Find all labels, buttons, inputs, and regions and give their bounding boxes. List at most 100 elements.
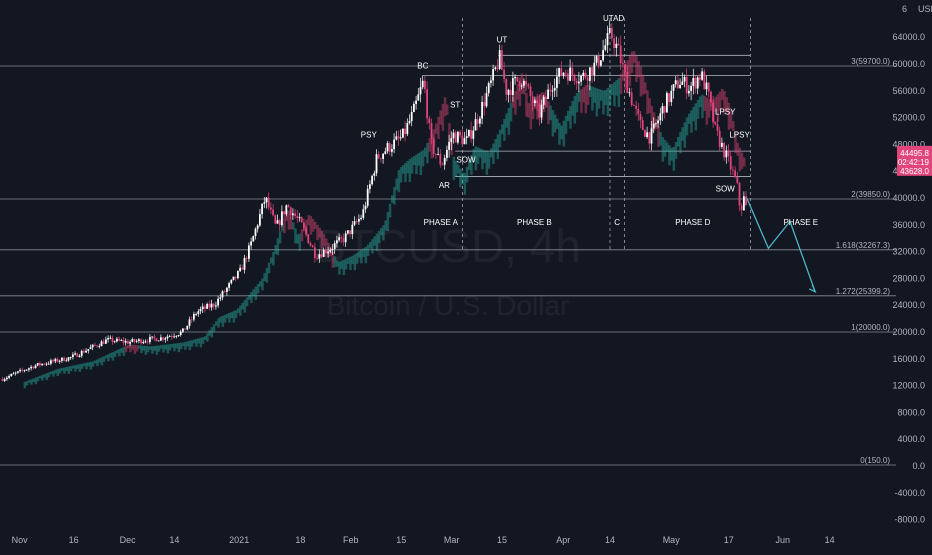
candle-body bbox=[184, 328, 186, 330]
candle-body bbox=[166, 336, 169, 339]
candle-body bbox=[129, 341, 131, 344]
cloud-segment bbox=[514, 91, 517, 115]
cloud-segment bbox=[465, 166, 469, 183]
cloud-segment bbox=[463, 172, 467, 195]
candle-body bbox=[424, 80, 426, 90]
candle-body bbox=[201, 306, 204, 310]
cloud-segment bbox=[516, 84, 519, 100]
candle-body bbox=[358, 219, 360, 222]
cloud-segment bbox=[219, 316, 222, 323]
candle-body bbox=[311, 245, 314, 248]
cloud-segment bbox=[685, 117, 689, 136]
cloud-segment bbox=[575, 92, 579, 113]
candle-body bbox=[688, 90, 690, 94]
cloud-segment bbox=[201, 337, 205, 344]
candle-body bbox=[182, 328, 184, 332]
chart-panel[interactable]: BTCUSD, 4h Bitcoin / U.S. Dollar 3(59700.… bbox=[0, 0, 932, 550]
price-tick-18: -8000.0 bbox=[894, 515, 925, 525]
candle-body bbox=[496, 67, 499, 69]
cloud-segment bbox=[615, 80, 618, 96]
cloud-segment bbox=[639, 66, 643, 97]
cloud-segment bbox=[452, 156, 456, 180]
time-tick-8: Mar bbox=[444, 535, 460, 545]
candle-body bbox=[329, 249, 332, 252]
cloud-segment bbox=[52, 370, 55, 377]
candle-body bbox=[144, 341, 147, 343]
cloud-segment bbox=[162, 344, 165, 353]
fib-level-label-4: 1(20000.0) bbox=[851, 323, 890, 332]
price-tick-11: 20000.0 bbox=[892, 327, 925, 337]
candle-body bbox=[692, 77, 695, 86]
cloud-segment bbox=[386, 212, 390, 232]
cloud-segment bbox=[567, 110, 570, 122]
price-badge-value: 44495.8 bbox=[900, 149, 929, 158]
cloud-segment bbox=[580, 89, 583, 113]
candle-body bbox=[435, 153, 437, 155]
currency-label: USD bbox=[918, 4, 932, 14]
candle-body bbox=[738, 182, 741, 206]
cloud-segment bbox=[551, 109, 555, 137]
cloud-segment bbox=[204, 336, 207, 340]
candle-body bbox=[316, 258, 318, 259]
cloud-segment bbox=[168, 344, 172, 351]
cloud-segment bbox=[190, 340, 194, 347]
candle-body bbox=[650, 128, 653, 144]
cloud-segment bbox=[446, 104, 449, 115]
time-tick-14: Jun bbox=[776, 535, 791, 545]
cloud-segment bbox=[571, 100, 574, 116]
cloud-segment bbox=[679, 132, 682, 154]
cloud-segment bbox=[421, 150, 425, 167]
phase-c-label: C bbox=[614, 218, 620, 227]
ar-label: AR bbox=[439, 181, 450, 190]
candle-body bbox=[292, 213, 294, 216]
cloud-segment bbox=[109, 353, 112, 358]
cloud-segment bbox=[89, 361, 93, 370]
cloud-segment bbox=[564, 115, 568, 134]
candle-body bbox=[729, 156, 732, 170]
candle-body bbox=[122, 340, 125, 343]
candle-body bbox=[133, 339, 136, 342]
candle-body bbox=[712, 102, 714, 122]
cloud-segment bbox=[633, 51, 636, 64]
cloud-segment bbox=[105, 355, 108, 359]
candle-body bbox=[723, 142, 725, 158]
candle-body bbox=[606, 33, 609, 46]
candle-body bbox=[468, 130, 470, 137]
price-tick-8: 32000.0 bbox=[892, 247, 925, 257]
candle-body bbox=[716, 124, 719, 131]
cloud-segment bbox=[536, 96, 539, 120]
cloud-segment bbox=[351, 255, 354, 265]
ut-label: UT bbox=[497, 36, 508, 45]
cloud-segment bbox=[245, 297, 249, 307]
candle-body bbox=[265, 197, 268, 203]
cloud-segment bbox=[360, 249, 363, 264]
cloud-segment bbox=[600, 89, 603, 101]
candle-body bbox=[670, 90, 673, 103]
candle-body bbox=[523, 80, 525, 86]
candle-body bbox=[228, 283, 230, 288]
price-chart[interactable]: BTCUSD, 4hBitcoin / U.S. Dollar 3(59700.… bbox=[0, 0, 932, 550]
candle-body bbox=[564, 72, 567, 74]
candle-body bbox=[666, 93, 668, 113]
candle-body bbox=[347, 230, 349, 234]
cloud-segment bbox=[613, 82, 616, 107]
cloud-segment bbox=[501, 124, 504, 135]
cloud-segment bbox=[485, 151, 489, 175]
cloud-segment bbox=[131, 344, 134, 350]
cloud-segment bbox=[320, 230, 324, 249]
candle-body bbox=[443, 157, 446, 165]
lpsy-label-2: LPSY bbox=[729, 131, 750, 140]
time-tick-12: May bbox=[663, 535, 681, 545]
candle-body bbox=[138, 339, 140, 341]
cloud-segment bbox=[179, 342, 183, 350]
candle-body bbox=[155, 338, 158, 342]
candle-body bbox=[94, 344, 96, 346]
projection-arrowhead bbox=[808, 284, 817, 294]
cloud-segment bbox=[298, 233, 302, 251]
cloud-segment bbox=[584, 85, 588, 114]
cloud-segment bbox=[208, 330, 211, 336]
cloud-segment bbox=[67, 366, 71, 374]
cloud-segment bbox=[591, 86, 594, 111]
cloud-segment bbox=[50, 371, 53, 375]
candle-body bbox=[481, 101, 483, 119]
